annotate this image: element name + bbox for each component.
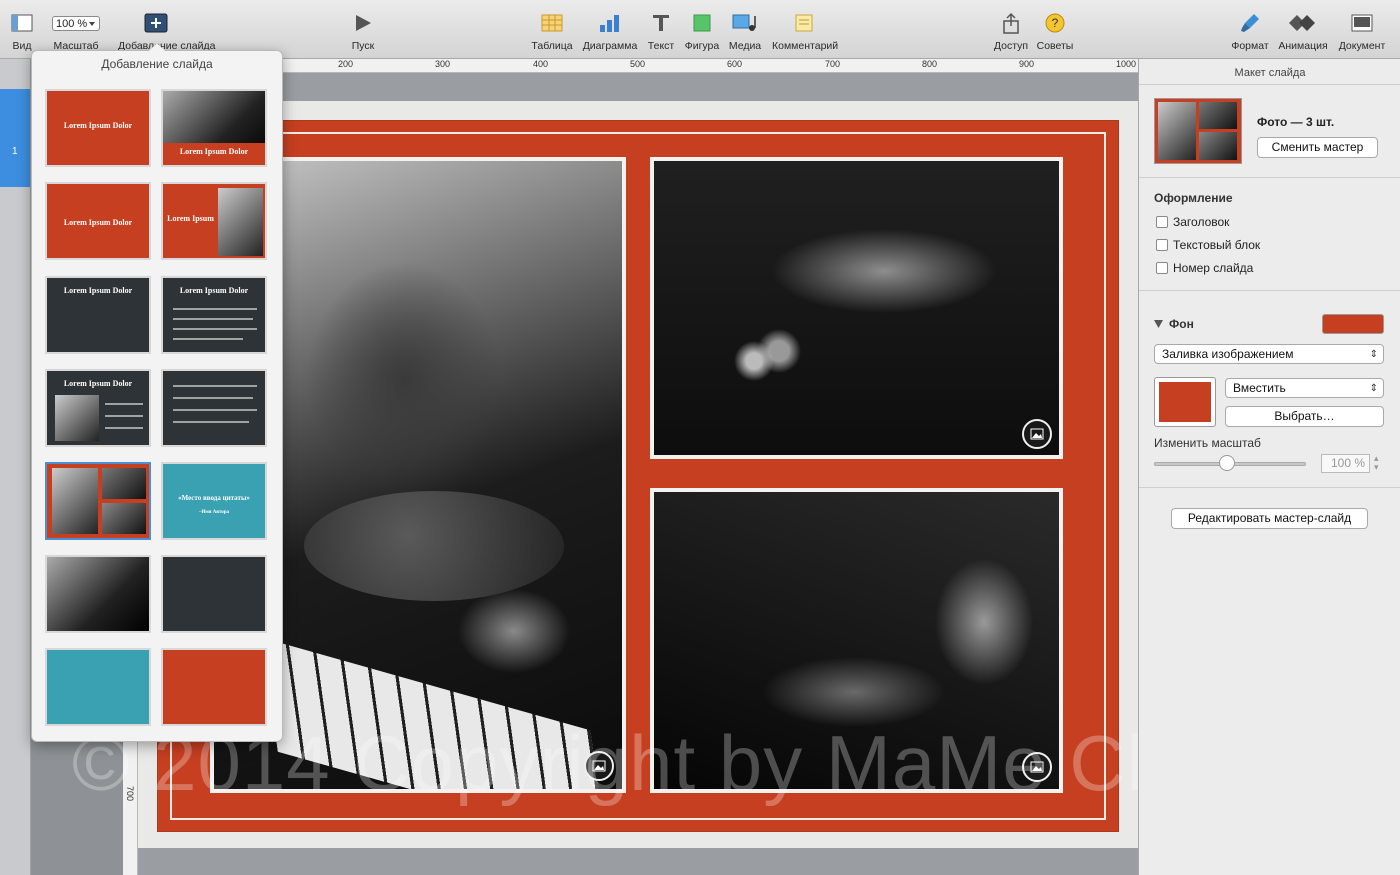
document-button[interactable]: Документ: [1330, 10, 1394, 52]
image-well[interactable]: [1154, 377, 1216, 427]
layout-photo-3[interactable]: [45, 462, 151, 540]
ruler-label: 700: [825, 59, 841, 69]
slide-navigator: 1: [0, 59, 31, 875]
table-icon: [541, 14, 563, 32]
svg-text:?: ?: [1052, 16, 1059, 30]
share-icon: [1003, 12, 1019, 34]
change-master-button[interactable]: Сменить мастер: [1257, 137, 1378, 158]
horizontal-ruler: 200 300 400 500 600 700 800 900 1000: [281, 59, 1138, 73]
play-button[interactable]: Пуск: [331, 10, 395, 52]
tips-icon: ?: [1045, 13, 1065, 33]
layout-title-photo-right[interactable]: Lorem Ipsum: [161, 182, 267, 260]
ruler-label: 500: [630, 59, 646, 69]
zoom-select[interactable]: 100 %: [52, 15, 100, 31]
edit-master-button[interactable]: Редактировать мастер-слайд: [1171, 508, 1368, 529]
layout-title[interactable]: Lorem Ipsum Dolor: [45, 89, 151, 167]
layout-red-blank[interactable]: [161, 648, 267, 726]
scale-slider-thumb[interactable]: [1219, 455, 1235, 471]
choose-image-button[interactable]: Выбрать…: [1225, 406, 1384, 427]
chart-icon: [600, 15, 619, 32]
format-brush-icon: [1241, 14, 1259, 32]
layout-photo[interactable]: [45, 555, 151, 633]
comment-icon: [795, 14, 813, 32]
zoom-control[interactable]: 100 % Масштаб: [44, 10, 108, 52]
disclosure-triangle-icon[interactable]: [1154, 320, 1163, 328]
layout-dark-blank[interactable]: [161, 555, 267, 633]
body-checkbox-label: Текстовый блок: [1173, 238, 1261, 252]
animate-icon: [1289, 15, 1315, 31]
add-slide-icon: [144, 13, 168, 33]
fill-type-select[interactable]: Заливка изображением: [1154, 344, 1384, 364]
popover-title: Добавление слайда: [101, 57, 213, 71]
tips-button[interactable]: ? Советы: [1023, 10, 1087, 52]
scale-label: Изменить масштаб: [1154, 436, 1261, 450]
add-slide-popover: Добавление слайда Lorem Ipsum Dolor Lore…: [31, 43, 283, 742]
ruler-label: 200: [338, 59, 354, 69]
slide-number: 1: [12, 146, 18, 157]
ruler-label: 600: [727, 59, 743, 69]
slide-number-checkbox-label: Номер слайда: [1173, 261, 1254, 275]
document-icon: [1351, 14, 1373, 32]
background-heading: Фон: [1169, 317, 1194, 331]
media-button[interactable]: Медиа: [713, 10, 777, 52]
body-checkbox[interactable]: [1156, 239, 1168, 251]
media-icon: [732, 14, 756, 31]
layout-title-bullets-photo[interactable]: Lorem Ipsum Dolor: [45, 369, 151, 447]
title-checkbox[interactable]: [1156, 216, 1168, 228]
text-icon: [653, 15, 669, 31]
ruler-label: 400: [533, 59, 549, 69]
inspector-header: Макет слайда: [1234, 67, 1306, 79]
slide-number-checkbox[interactable]: [1156, 262, 1168, 274]
inspector-panel: Макет слайда Фото — 3 шт. Сменить мастер…: [1138, 59, 1400, 875]
master-thumbnail[interactable]: [1154, 98, 1242, 164]
scale-mode-select[interactable]: Вместить: [1225, 378, 1384, 398]
animate-button[interactable]: Анимация: [1271, 10, 1335, 52]
table-button[interactable]: Таблица: [520, 10, 584, 52]
background-color-well[interactable]: [1322, 314, 1384, 334]
layout-title-photo[interactable]: Lorem Ipsum Dolor: [161, 89, 267, 167]
title-checkbox-label: Заголовок: [1173, 215, 1230, 229]
shape-icon: [693, 14, 711, 32]
scale-stepper[interactable]: ▴ ▾: [1374, 454, 1384, 473]
master-name: Фото — 3 шт.: [1257, 115, 1335, 129]
layout-teal-blank[interactable]: [45, 648, 151, 726]
comment-button[interactable]: Комментарий: [772, 10, 838, 52]
hand: [304, 491, 564, 601]
appearance-heading: Оформление: [1154, 191, 1233, 205]
photo-placeholder-trumpet[interactable]: [650, 157, 1063, 459]
layout-title-bullets[interactable]: Lorem Ipsum Dolor: [161, 276, 267, 354]
slide-thumbnail-1[interactable]: [0, 89, 30, 187]
view-icon: [11, 14, 33, 32]
ruler-label: 300: [435, 59, 451, 69]
ruler-label: 1000: [1116, 59, 1137, 69]
layout-title-center[interactable]: Lorem Ipsum Dolor: [45, 182, 151, 260]
ruler-label: 800: [922, 59, 938, 69]
image-placeholder-icon[interactable]: [1022, 419, 1052, 449]
layout-title-only[interactable]: Lorem Ipsum Dolor: [45, 276, 151, 354]
play-icon: [356, 15, 371, 31]
layout-bullets[interactable]: [161, 369, 267, 447]
ruler-label: 900: [1019, 59, 1035, 69]
scale-value-field[interactable]: 100 %: [1321, 454, 1370, 473]
layout-quote[interactable]: «Место ввода цитаты» –Имя Автора: [161, 462, 267, 540]
